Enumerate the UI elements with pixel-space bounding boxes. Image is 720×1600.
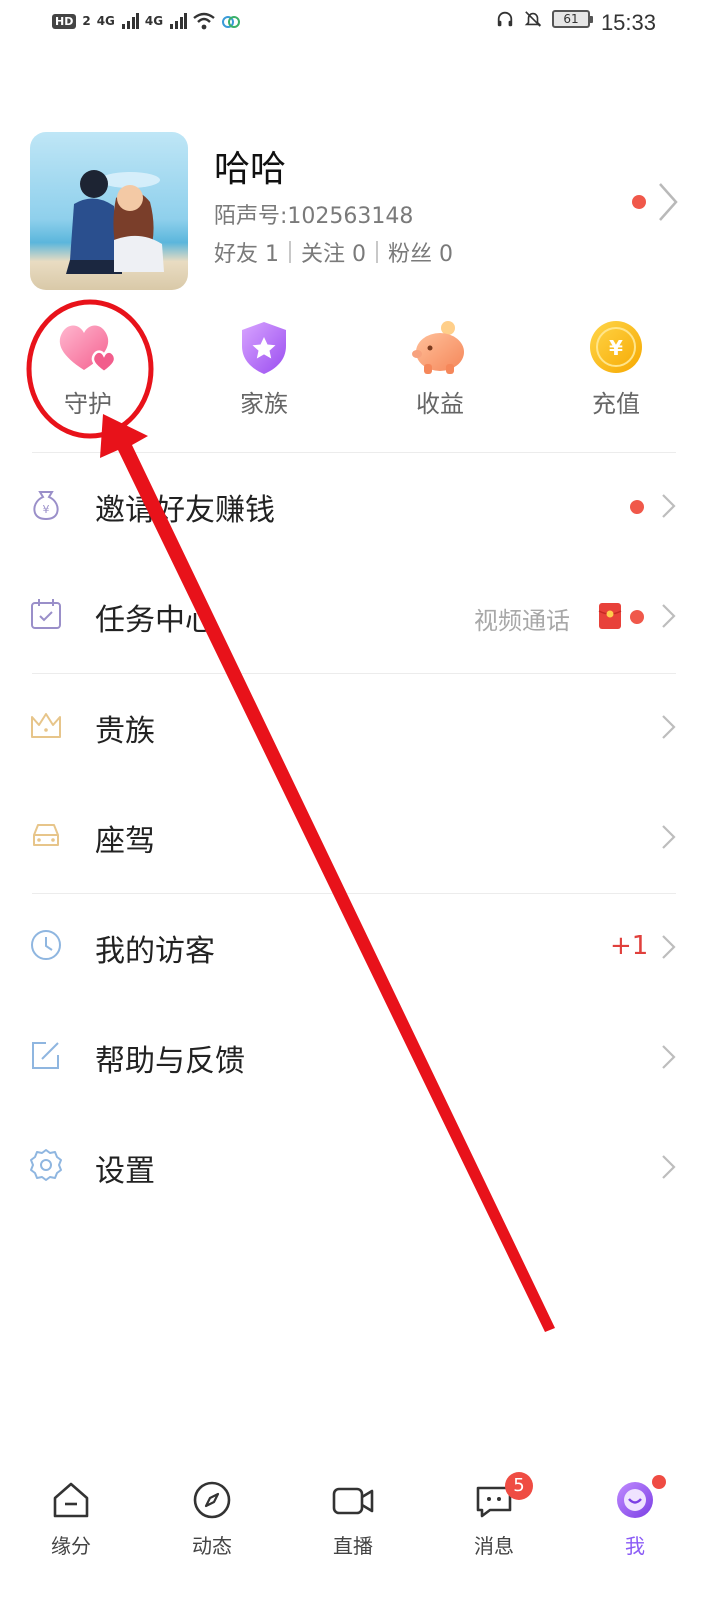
menu-item-visitors[interactable]: 我的访客 +1 [0,894,720,1004]
nav-red-dot [652,1475,666,1489]
avatar-illustration [30,132,188,290]
quick-action-earnings[interactable]: 收益 [390,318,490,419]
signal-bars-icon [170,13,188,29]
money-bag-icon: ¥ [33,491,59,521]
hd-badge: HD [52,13,77,29]
visitor-count-badge: +1 [610,931,649,961]
stats-divider [376,241,378,263]
message-count-badge: 5 [505,1472,533,1500]
chevron-right-icon [662,715,676,739]
wifi-icon [193,12,215,30]
cloud-sync-icon [222,16,241,28]
headphones-icon [497,11,513,27]
stats-divider [289,241,291,263]
menu-label: 帮助与反馈 [95,1044,245,1079]
video-camera-icon [332,1487,374,1515]
menu-item-settings[interactable]: 设置 [0,1114,720,1224]
signal-bars-icon [121,13,139,29]
profile-id: 陌声号:102563148 [214,204,414,229]
sim-slot: 2 [82,14,91,28]
nav-label: 我 [625,1534,645,1558]
profile-stats: 好友 1 关注 0 粉丝 0 [214,236,453,268]
quick-action-label: 充值 [592,390,640,418]
quick-action-label: 守护 [64,390,112,418]
menu-item-help[interactable]: 帮助与反馈 [0,1004,720,1114]
nav-item-live[interactable]: 直播 [298,1478,408,1559]
red-packet-icon [598,603,622,629]
menu-item-nobility[interactable]: 贵族 [0,674,720,784]
chevron-right-icon [662,935,676,959]
menu-label: 邀请好友赚钱 [95,493,275,528]
following-count[interactable]: 关注 0 [301,236,366,268]
battery-indicator: 61 [552,10,593,28]
calendar-check-icon [31,599,61,629]
status-right: 61 [496,10,593,28]
nav-item-moments[interactable]: 动态 [157,1478,267,1559]
profile-chevron-right-icon[interactable] [652,180,682,224]
menu-label: 贵族 [95,714,155,749]
menu-item-invite[interactable]: ¥ 邀请好友赚钱 [0,453,720,563]
chevron-right-icon [662,494,676,518]
nav-label: 直播 [333,1534,373,1558]
menu-label: 我的访客 [95,934,215,969]
menu-item-vehicle[interactable]: 座驾 [0,784,720,894]
menu-red-dot [630,610,644,624]
nav-item-fate[interactable]: 缘分 [16,1478,126,1559]
nav-label: 动态 [192,1534,232,1558]
status-bar: HD 2 4G 4G 61 15:33 [0,0,720,50]
chevron-right-icon [662,604,676,628]
shield-star-icon [242,322,286,374]
profile-name: 哈哈 [214,149,287,190]
nav-item-me[interactable]: 我 [580,1475,690,1559]
home-icon [53,1482,89,1518]
fans-count[interactable]: 粉丝 0 [388,236,453,268]
quick-action-family[interactable]: 家族 [214,318,314,419]
nav-item-messages[interactable]: 5 消息 [439,1472,549,1559]
nav-label: 消息 [474,1534,514,1558]
task-hint-text: 视频通话 [474,607,570,635]
bell-off-icon [524,11,542,27]
signal-1-label: 4G [96,14,115,28]
menu-label: 座驾 [95,824,155,859]
quick-action-label: 家族 [240,390,288,418]
menu-label: 设置 [95,1154,155,1189]
smile-face-icon [617,1482,653,1518]
gear-icon [30,1149,62,1181]
profile-red-dot [632,195,646,209]
chevron-right-icon [662,825,676,849]
signal-2-label: 4G [144,14,164,28]
piggy-bank-icon [412,321,464,374]
clock-time: 15:33 [600,10,656,35]
compass-icon [193,1481,231,1519]
chevron-right-icon [662,1045,676,1069]
menu-label: 任务中心 [95,603,215,638]
crown-icon [31,713,61,738]
menu-item-tasks[interactable]: 任务中心 视频通话 [0,563,720,673]
status-left: HD 2 4G 4G [52,12,241,30]
svg-text:¥: ¥ [43,503,50,516]
svg-text:¥: ¥ [609,336,623,360]
avatar[interactable] [30,132,188,290]
quick-action-label: 收益 [416,390,464,418]
quick-action-guard[interactable]: 守护 [38,318,138,419]
car-icon [33,824,59,846]
heart-icon [59,325,117,374]
clock-icon [31,930,61,960]
edit-icon [32,1042,59,1069]
yuan-coin-icon: ¥ [590,321,642,373]
chevron-right-icon [662,1155,676,1179]
friends-count[interactable]: 好友 1 [214,236,279,268]
quick-action-recharge[interactable]: ¥ 充值 [566,318,666,419]
menu-red-dot [630,500,644,514]
bottom-nav: 缘分 动态 直播 5 消息 我 [0,1458,720,1600]
nav-label: 缘分 [51,1534,91,1558]
